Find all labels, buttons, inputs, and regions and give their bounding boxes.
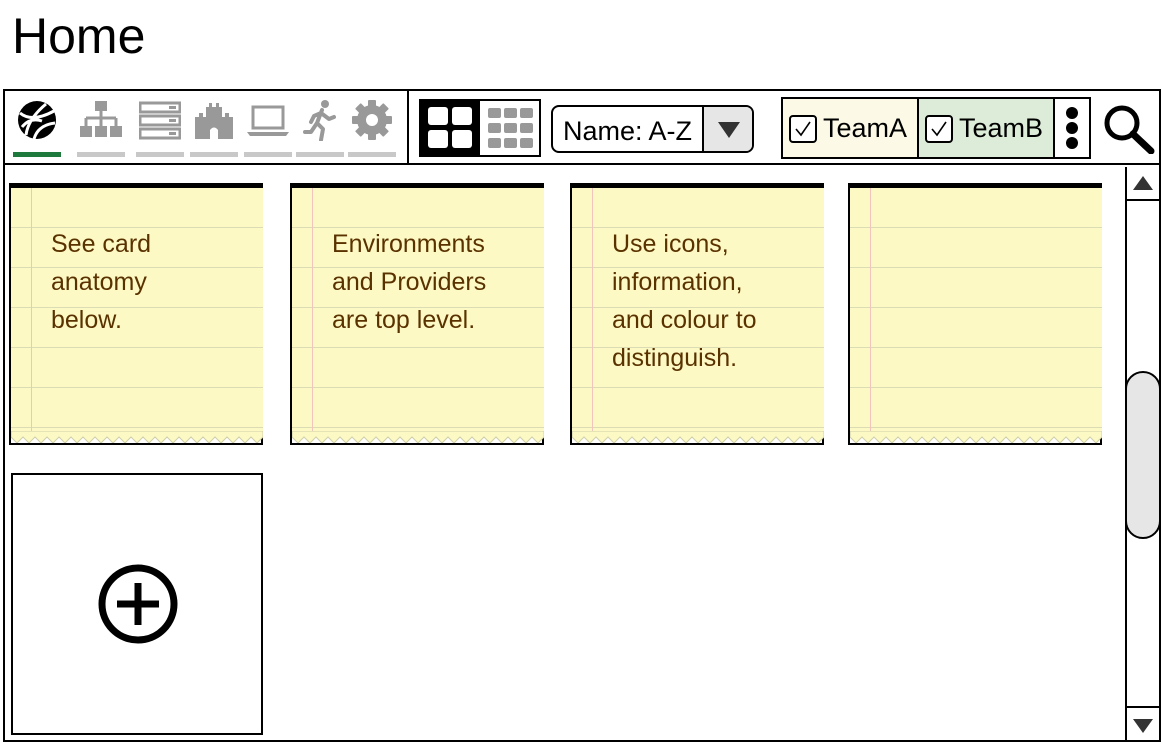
card-grid: See card anatomy below. Environments and… [5, 167, 1125, 740]
checkmark-icon [795, 121, 811, 137]
nav-tab-castle[interactable] [190, 97, 238, 157]
nav-tab-settings[interactable] [348, 97, 396, 157]
team-label: TeamA [823, 113, 908, 143]
team-filter-teama[interactable]: TeamA [783, 99, 919, 157]
note-card[interactable]: See card anatomy below. [9, 183, 263, 445]
team-filter: TeamA TeamB [781, 97, 1091, 159]
add-circle-icon [98, 564, 178, 644]
nav-tab-hierarchy[interactable] [77, 97, 125, 157]
torn-edge [850, 431, 1102, 443]
note-text: See card anatomy below. [51, 230, 152, 334]
view-toggle [419, 99, 541, 157]
vertical-scrollbar[interactable] [1125, 167, 1161, 740]
torn-edge [292, 431, 544, 443]
small-grid-view-button[interactable] [482, 101, 541, 155]
toolbar: Name: A-Z TeamA TeamB [5, 91, 1159, 165]
nav-tabs [5, 91, 409, 165]
note-card[interactable]: Use icons, information, and colour to di… [570, 183, 824, 445]
scroll-thumb[interactable] [1125, 371, 1161, 539]
large-grid-view-button[interactable] [421, 101, 480, 155]
teamb-checkbox[interactable] [925, 115, 953, 143]
page-title: Home [12, 8, 146, 64]
teama-checkbox[interactable] [789, 115, 817, 143]
sort-value: Name: A-Z [563, 116, 693, 146]
scroll-up-button[interactable] [1127, 167, 1159, 201]
more-vertical-icon [1066, 107, 1078, 119]
castle-icon [195, 103, 233, 139]
checkmark-icon [931, 121, 947, 137]
search-icon [1104, 105, 1155, 155]
team-label: TeamB [959, 113, 1044, 143]
laptop-icon [247, 105, 289, 136]
org-chart-icon [80, 101, 122, 137]
more-options-button[interactable] [1055, 99, 1089, 157]
search-button[interactable] [1101, 104, 1155, 155]
app-frame: Name: A-Z TeamA TeamB See card anatomy b… [3, 89, 1161, 742]
team-filter-teamb[interactable]: TeamB [919, 99, 1055, 157]
large-grid-icon [428, 107, 472, 148]
torn-edge [572, 431, 824, 443]
sort-dropdown[interactable]: Name: A-Z [551, 105, 754, 153]
torn-edge [11, 431, 263, 443]
chevron-down-icon[interactable] [702, 107, 752, 151]
globe-icon [18, 101, 56, 140]
note-card[interactable]: Environments and Providers are top level… [290, 183, 544, 445]
nav-tab-servers[interactable] [136, 97, 184, 157]
note-card[interactable] [848, 183, 1102, 445]
running-person-icon [303, 100, 336, 141]
server-stack-icon [139, 101, 181, 140]
scroll-down-button[interactable] [1127, 706, 1159, 740]
nav-tab-activity[interactable] [296, 97, 344, 157]
gear-icon [352, 100, 392, 140]
nav-tab-globe[interactable] [13, 97, 61, 157]
add-card-button[interactable] [11, 473, 263, 735]
note-text: Environments and Providers are top level… [332, 230, 487, 334]
small-grid-icon [488, 108, 533, 148]
active-tab-indicator [13, 152, 61, 157]
note-text: Use icons, information, and colour to di… [612, 230, 757, 372]
nav-tab-devices[interactable] [244, 97, 292, 157]
